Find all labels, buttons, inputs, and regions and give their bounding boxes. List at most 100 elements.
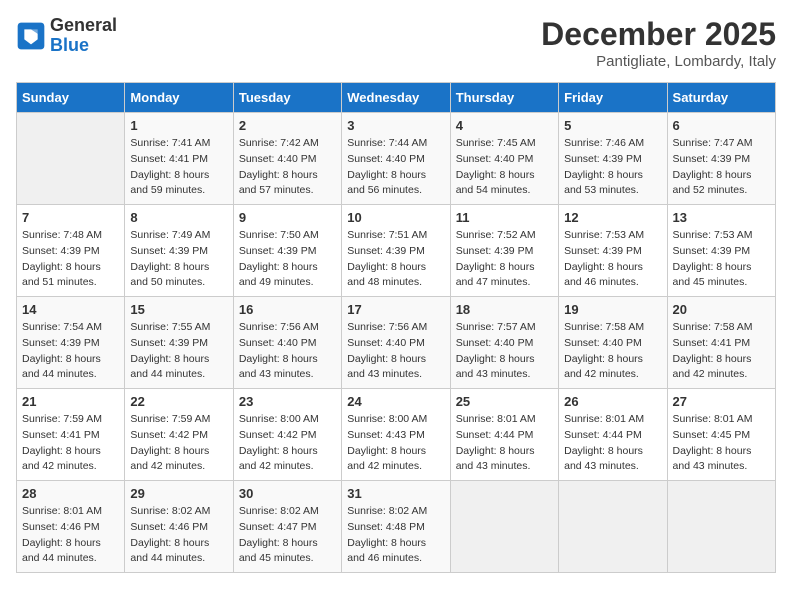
day-info: Sunrise: 8:00 AM Sunset: 4:42 PM Dayligh… (239, 412, 336, 475)
day-info: Sunrise: 7:54 AM Sunset: 4:39 PM Dayligh… (22, 320, 119, 383)
weekday-header: Saturday (667, 83, 775, 113)
calendar-cell: 25 Sunrise: 8:01 AM Sunset: 4:44 PM Dayli… (450, 389, 558, 481)
logo: General Blue (16, 16, 117, 56)
day-info: Sunrise: 8:02 AM Sunset: 4:46 PM Dayligh… (130, 504, 227, 567)
day-info: Sunrise: 8:01 AM Sunset: 4:46 PM Dayligh… (22, 504, 119, 567)
day-number: 30 (239, 486, 336, 501)
calendar-week-row: 28 Sunrise: 8:01 AM Sunset: 4:46 PM Dayli… (17, 481, 776, 573)
calendar-cell: 4 Sunrise: 7:45 AM Sunset: 4:40 PM Daylig… (450, 113, 558, 205)
day-info: Sunrise: 8:01 AM Sunset: 4:44 PM Dayligh… (456, 412, 553, 475)
day-number: 5 (564, 118, 661, 133)
day-info: Sunrise: 7:51 AM Sunset: 4:39 PM Dayligh… (347, 228, 444, 291)
day-info: Sunrise: 7:56 AM Sunset: 4:40 PM Dayligh… (347, 320, 444, 383)
calendar-week-row: 1 Sunrise: 7:41 AM Sunset: 4:41 PM Daylig… (17, 113, 776, 205)
calendar-cell: 30 Sunrise: 8:02 AM Sunset: 4:47 PM Dayli… (233, 481, 341, 573)
title-block: December 2025 Pantigliate, Lombardy, Ita… (541, 16, 776, 70)
calendar-cell: 15Sunrise: 7:55 AM Sunset: 4:39 PM Dayli… (125, 297, 233, 389)
calendar-cell: 19 Sunrise: 7:58 AM Sunset: 4:40 PM Dayli… (559, 297, 667, 389)
day-number: 4 (456, 118, 553, 133)
calendar-cell (450, 481, 558, 573)
day-info: Sunrise: 7:59 AM Sunset: 4:41 PM Dayligh… (22, 412, 119, 475)
day-info: Sunrise: 7:59 AM Sunset: 4:42 PM Dayligh… (130, 412, 227, 475)
day-number: 17 (347, 302, 444, 317)
day-number: 9 (239, 210, 336, 225)
calendar-cell: 26 Sunrise: 8:01 AM Sunset: 4:44 PM Dayli… (559, 389, 667, 481)
day-info: Sunrise: 8:02 AM Sunset: 4:48 PM Dayligh… (347, 504, 444, 567)
logo-line1: General (50, 16, 117, 36)
weekday-header: Sunday (17, 83, 125, 113)
day-number: 19 (564, 302, 661, 317)
calendar-week-row: 7 Sunrise: 7:48 AM Sunset: 4:39 PM Daylig… (17, 205, 776, 297)
day-info: Sunrise: 7:47 AM Sunset: 4:39 PM Dayligh… (673, 136, 770, 199)
calendar-cell: 13 Sunrise: 7:53 AM Sunset: 4:39 PM Dayli… (667, 205, 775, 297)
day-number: 25 (456, 394, 553, 409)
day-number: 2 (239, 118, 336, 133)
day-info: Sunrise: 7:52 AM Sunset: 4:39 PM Dayligh… (456, 228, 553, 291)
calendar-cell: 22 Sunrise: 7:59 AM Sunset: 4:42 PM Dayli… (125, 389, 233, 481)
day-info: Sunrise: 7:58 AM Sunset: 4:40 PM Dayligh… (564, 320, 661, 383)
day-info: Sunrise: 7:45 AM Sunset: 4:40 PM Dayligh… (456, 136, 553, 199)
calendar-cell: 29 Sunrise: 8:02 AM Sunset: 4:46 PM Dayli… (125, 481, 233, 573)
calendar-cell: 17 Sunrise: 7:56 AM Sunset: 4:40 PM Dayli… (342, 297, 450, 389)
calendar-cell: 18Sunrise: 7:57 AM Sunset: 4:40 PM Dayli… (450, 297, 558, 389)
month-title: December 2025 (541, 16, 776, 53)
logo-icon (16, 21, 46, 51)
calendar-cell (559, 481, 667, 573)
calendar-cell: 20 Sunrise: 7:58 AM Sunset: 4:41 PM Dayli… (667, 297, 775, 389)
calendar-cell: 5 Sunrise: 7:46 AM Sunset: 4:39 PM Daylig… (559, 113, 667, 205)
day-info: Sunrise: 8:01 AM Sunset: 4:45 PM Dayligh… (673, 412, 770, 475)
day-number: 1 (130, 118, 227, 133)
day-number: 26 (564, 394, 661, 409)
weekday-header: Monday (125, 83, 233, 113)
calendar-cell: 3 Sunrise: 7:44 AM Sunset: 4:40 PM Daylig… (342, 113, 450, 205)
day-number: 28 (22, 486, 119, 501)
day-number: 16 (239, 302, 336, 317)
day-number: 3 (347, 118, 444, 133)
day-number: 10 (347, 210, 444, 225)
day-number: 22 (130, 394, 227, 409)
calendar-cell: 31 Sunrise: 8:02 AM Sunset: 4:48 PM Dayli… (342, 481, 450, 573)
day-info: Sunrise: 8:00 AM Sunset: 4:43 PM Dayligh… (347, 412, 444, 475)
day-info: Sunrise: 7:41 AM Sunset: 4:41 PM Dayligh… (130, 136, 227, 199)
day-info: Sunrise: 7:44 AM Sunset: 4:40 PM Dayligh… (347, 136, 444, 199)
weekday-header: Tuesday (233, 83, 341, 113)
calendar-cell: 12Sunrise: 7:53 AM Sunset: 4:39 PM Dayli… (559, 205, 667, 297)
day-number: 24 (347, 394, 444, 409)
day-number: 18 (456, 302, 553, 317)
calendar-cell: 27Sunrise: 8:01 AM Sunset: 4:45 PM Dayli… (667, 389, 775, 481)
day-number: 20 (673, 302, 770, 317)
day-number: 7 (22, 210, 119, 225)
calendar-cell: 11Sunrise: 7:52 AM Sunset: 4:39 PM Dayli… (450, 205, 558, 297)
calendar-week-row: 21Sunrise: 7:59 AM Sunset: 4:41 PM Dayli… (17, 389, 776, 481)
day-info: Sunrise: 7:42 AM Sunset: 4:40 PM Dayligh… (239, 136, 336, 199)
day-number: 29 (130, 486, 227, 501)
calendar-cell: 24 Sunrise: 8:00 AM Sunset: 4:43 PM Dayli… (342, 389, 450, 481)
day-info: Sunrise: 7:58 AM Sunset: 4:41 PM Dayligh… (673, 320, 770, 383)
location: Pantigliate, Lombardy, Italy (541, 53, 776, 70)
calendar-cell: 23Sunrise: 8:00 AM Sunset: 4:42 PM Dayli… (233, 389, 341, 481)
day-number: 14 (22, 302, 119, 317)
header-row: SundayMondayTuesdayWednesdayThursdayFrid… (17, 83, 776, 113)
day-number: 12 (564, 210, 661, 225)
day-info: Sunrise: 8:02 AM Sunset: 4:47 PM Dayligh… (239, 504, 336, 567)
page-header: General Blue December 2025 Pantigliate, … (16, 16, 776, 70)
day-info: Sunrise: 7:56 AM Sunset: 4:40 PM Dayligh… (239, 320, 336, 383)
day-info: Sunrise: 7:46 AM Sunset: 4:39 PM Dayligh… (564, 136, 661, 199)
calendar-cell (667, 481, 775, 573)
day-number: 13 (673, 210, 770, 225)
day-number: 8 (130, 210, 227, 225)
calendar-cell: 16 Sunrise: 7:56 AM Sunset: 4:40 PM Dayli… (233, 297, 341, 389)
calendar-cell: 8Sunrise: 7:49 AM Sunset: 4:39 PM Daylig… (125, 205, 233, 297)
logo-line2: Blue (50, 36, 117, 56)
day-info: Sunrise: 7:53 AM Sunset: 4:39 PM Dayligh… (673, 228, 770, 291)
calendar-table: SundayMondayTuesdayWednesdayThursdayFrid… (16, 82, 776, 573)
calendar-cell (17, 113, 125, 205)
day-number: 15 (130, 302, 227, 317)
calendar-cell: 2 Sunrise: 7:42 AM Sunset: 4:40 PM Daylig… (233, 113, 341, 205)
weekday-header: Friday (559, 83, 667, 113)
day-number: 31 (347, 486, 444, 501)
day-info: Sunrise: 7:50 AM Sunset: 4:39 PM Dayligh… (239, 228, 336, 291)
day-info: Sunrise: 7:48 AM Sunset: 4:39 PM Dayligh… (22, 228, 119, 291)
day-info: Sunrise: 8:01 AM Sunset: 4:44 PM Dayligh… (564, 412, 661, 475)
weekday-header: Wednesday (342, 83, 450, 113)
